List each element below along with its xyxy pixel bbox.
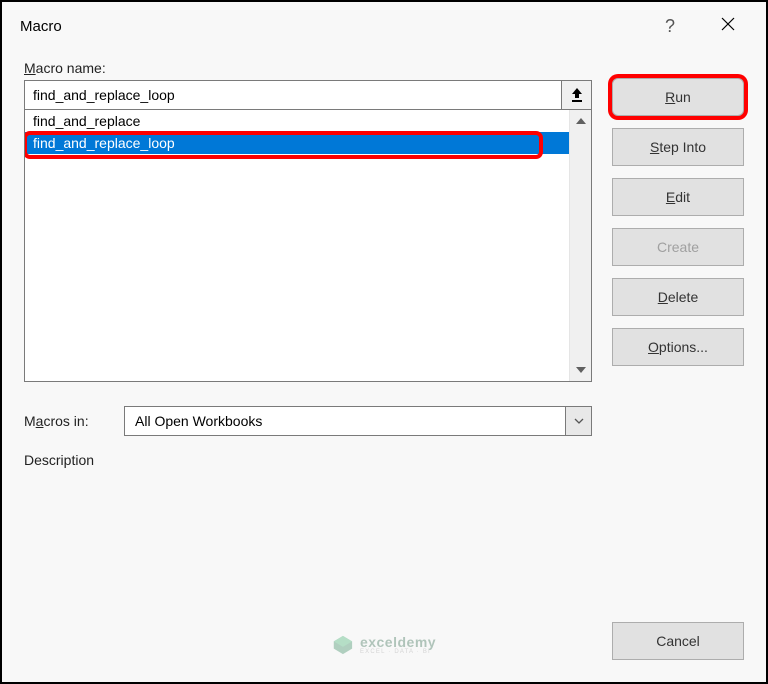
watermark: exceldemy EXCEL · DATA · BI (332, 634, 436, 656)
cancel-button[interactable]: Cancel (612, 622, 744, 660)
dialog-content: Macro name: find_and_replace find_and_re… (2, 50, 766, 682)
watermark-tagline: EXCEL · DATA · BI (360, 649, 436, 655)
watermark-icon (332, 634, 354, 656)
scrollbar[interactable] (569, 110, 591, 381)
right-column: Run Step Into Edit Create Delete Options… (612, 60, 744, 660)
step-into-button[interactable]: Step Into (612, 128, 744, 166)
macro-list[interactable]: find_and_replace find_and_replace_loop (24, 110, 592, 382)
list-item[interactable]: find_and_replace_loop (25, 132, 569, 154)
chevron-down-icon (574, 418, 584, 424)
create-button: Create (612, 228, 744, 266)
cancel-area: Cancel (612, 622, 744, 660)
scroll-up-icon[interactable] (570, 110, 591, 132)
help-button[interactable]: ? (650, 16, 690, 37)
macros-in-value: All Open Workbooks (124, 406, 566, 436)
scroll-down-icon[interactable] (570, 359, 591, 381)
jump-icon (571, 88, 583, 102)
macro-name-row (24, 80, 592, 110)
titlebar: Macro ? (2, 2, 766, 50)
combo-dropdown-button[interactable] (566, 406, 592, 436)
delete-button[interactable]: Delete (612, 278, 744, 316)
close-button[interactable] (708, 16, 748, 37)
options-button[interactable]: Options... (612, 328, 744, 366)
close-icon (720, 16, 736, 32)
macro-name-label: Macro name: (24, 60, 592, 76)
macros-in-label: Macros in: (24, 413, 112, 429)
dialog-title: Macro (20, 18, 62, 35)
macro-name-input[interactable] (24, 80, 562, 110)
watermark-brand: exceldemy (360, 635, 436, 649)
left-column: Macro name: find_and_replace find_and_re… (24, 60, 592, 660)
macro-name-action-button[interactable] (562, 80, 592, 110)
macro-dialog: Macro ? Macro name: find_and_replace fin… (2, 2, 766, 682)
description-label: Description (24, 452, 592, 468)
macros-in-combo[interactable]: All Open Workbooks (124, 406, 592, 436)
macros-in-row: Macros in: All Open Workbooks (24, 406, 592, 436)
titlebar-buttons: ? (650, 16, 748, 37)
edit-button[interactable]: Edit (612, 178, 744, 216)
run-button[interactable]: Run (612, 78, 744, 116)
list-item[interactable]: find_and_replace (25, 110, 569, 132)
